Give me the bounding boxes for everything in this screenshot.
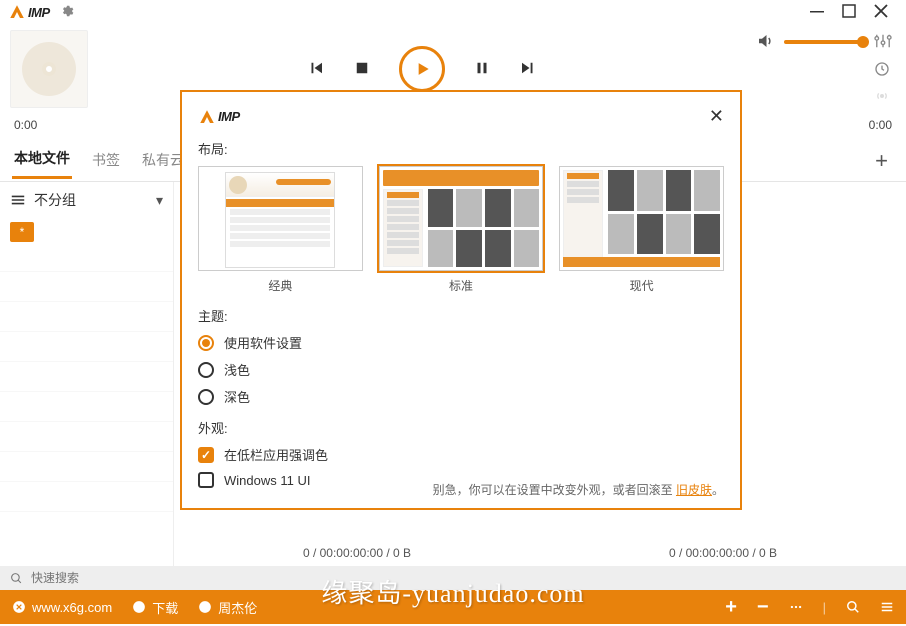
layout-option-standard[interactable]: 标准 xyxy=(379,166,544,294)
settings-icon[interactable] xyxy=(60,4,74,21)
menu-button[interactable] xyxy=(880,600,894,614)
more-button[interactable] xyxy=(789,600,803,614)
list-item[interactable] xyxy=(0,452,173,482)
volume-icon[interactable] xyxy=(756,32,774,53)
group-list xyxy=(0,242,173,566)
list-item[interactable] xyxy=(0,482,173,512)
sidebar: 不分组 ▾ * xyxy=(0,182,174,566)
prev-button[interactable] xyxy=(307,59,325,80)
divider: | xyxy=(823,600,826,615)
album-art[interactable] xyxy=(10,30,88,108)
play-button[interactable] xyxy=(399,46,445,92)
equalizer-icon[interactable] xyxy=(874,33,892,52)
dialog-logo: IMP xyxy=(198,108,240,126)
artist-link[interactable]: 周杰伦 xyxy=(198,598,257,617)
app-logo: IMP xyxy=(8,3,50,21)
theme-label: 主题: xyxy=(198,306,724,325)
layout-label: 布局: xyxy=(198,139,724,158)
list-item[interactable] xyxy=(0,392,173,422)
minimize-button[interactable] xyxy=(810,4,824,21)
search-button[interactable] xyxy=(846,600,860,614)
next-button[interactable] xyxy=(519,59,537,80)
quick-search-bar xyxy=(0,566,906,590)
title-bar: IMP xyxy=(0,0,906,24)
search-input[interactable] xyxy=(31,571,186,585)
grouping-dropdown[interactable]: 不分组 ▾ xyxy=(0,182,173,218)
layout-option-modern[interactable]: 现代 xyxy=(559,166,724,294)
dialog-footer: 别急，你可以在设置中改变外观，或者回滚至 旧皮肤。 xyxy=(433,481,724,498)
site-url[interactable]: www.x6g.com xyxy=(12,600,112,615)
add-tab-button[interactable]: + xyxy=(869,148,894,174)
checkbox-lowbar-accent[interactable]: 在低栏应用强调色 xyxy=(198,445,724,464)
tab-bookmarks[interactable]: 书签 xyxy=(90,144,122,178)
search-icon xyxy=(10,572,23,585)
stats-right: 0 / 00:00:00:00 / 0 B xyxy=(669,546,777,560)
time-total: 0:00 xyxy=(869,118,892,132)
theme-option-dark[interactable]: 深色 xyxy=(198,387,724,406)
tab-local-files[interactable]: 本地文件 xyxy=(12,142,72,179)
clock-icon[interactable] xyxy=(874,61,890,80)
appearance-dialog: IMP ✕ 布局: 经典 标准 xyxy=(180,90,742,510)
volume-slider[interactable] xyxy=(784,40,864,44)
filter-badge[interactable]: * xyxy=(10,222,34,242)
time-current: 0:00 xyxy=(14,118,37,132)
list-item[interactable] xyxy=(0,272,173,302)
status-bar: www.x6g.com 下载 周杰伦 + − | xyxy=(0,590,906,624)
list-item[interactable] xyxy=(0,362,173,392)
list-item[interactable] xyxy=(0,242,173,272)
remove-button[interactable]: − xyxy=(757,596,769,619)
layout-option-classic[interactable]: 经典 xyxy=(198,166,363,294)
maximize-button[interactable] xyxy=(842,4,856,21)
theme-option-software[interactable]: 使用软件设置 xyxy=(198,333,724,352)
list-item[interactable] xyxy=(0,422,173,452)
theme-option-light[interactable]: 浅色 xyxy=(198,360,724,379)
stop-button[interactable] xyxy=(353,59,371,80)
add-button[interactable]: + xyxy=(725,596,737,619)
stats-left: 0 / 00:00:00:00 / 0 B xyxy=(303,546,411,560)
broadcast-icon[interactable] xyxy=(874,88,890,107)
close-button[interactable] xyxy=(874,4,888,21)
dialog-close-button[interactable]: ✕ xyxy=(709,106,724,127)
download-link[interactable]: 下载 xyxy=(132,598,178,617)
old-skin-link[interactable]: 旧皮肤 xyxy=(676,483,712,497)
list-item[interactable] xyxy=(0,302,173,332)
pause-button[interactable] xyxy=(473,59,491,80)
list-item[interactable] xyxy=(0,332,173,362)
appearance-label: 外观: xyxy=(198,418,724,437)
